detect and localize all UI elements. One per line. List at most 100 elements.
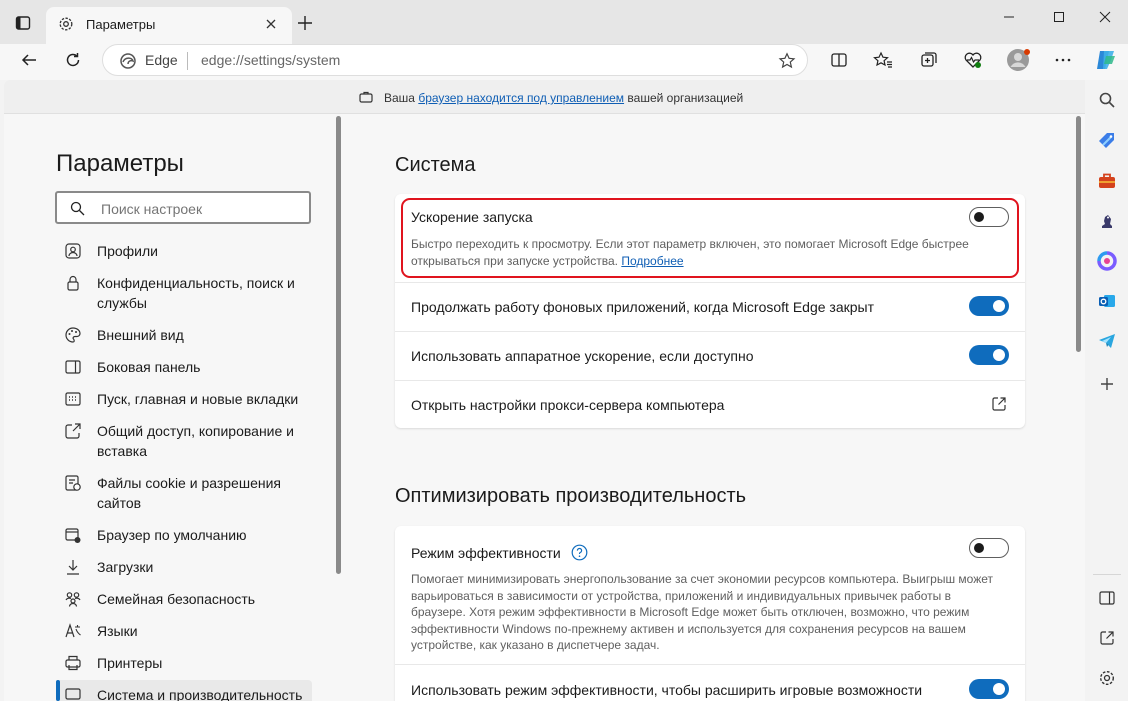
home-tabs-icon — [64, 390, 82, 408]
nav-label: Файлы cookie и разрешения сайтов — [97, 475, 281, 511]
nav-label: Внешний вид — [97, 327, 184, 343]
gaming-efficiency-toggle[interactable] — [969, 679, 1009, 699]
settings-gear-icon — [58, 16, 74, 32]
content-scrollbar-thumb[interactable] — [1076, 116, 1081, 352]
background-apps-title: Продолжать работу фоновых приложений, ко… — [411, 299, 875, 315]
nav-label: Языки — [97, 623, 138, 639]
microsoft365-icon[interactable] — [1095, 249, 1119, 273]
divider — [395, 331, 1025, 332]
nav-label: Семейная безопасность — [97, 591, 256, 607]
banner-pre: Ваша — [384, 91, 415, 105]
close-tab-icon[interactable] — [262, 15, 280, 33]
tab-title: Параметры — [86, 17, 156, 32]
nav-label: Пуск, главная и новые вкладки — [97, 391, 299, 407]
divider — [395, 664, 1025, 665]
tools-icon[interactable] — [1095, 169, 1119, 193]
collections-icon[interactable] — [918, 50, 940, 70]
maximize-icon[interactable] — [1048, 8, 1070, 26]
nav-label: Браузер по умолчанию — [97, 527, 247, 543]
open-external-icon[interactable] — [989, 394, 1009, 414]
browser-essentials-icon[interactable] — [962, 50, 984, 70]
sidebar-icon — [64, 358, 82, 376]
favorite-star-icon[interactable] — [777, 51, 797, 71]
nav-label: Загрузки — [97, 559, 154, 575]
refresh-icon[interactable] — [62, 50, 84, 70]
startup-boost-desc-text: Быстро переходить к просмотру. Если этот… — [411, 237, 969, 268]
section-heading-system: Система — [395, 154, 476, 176]
default-browser-icon — [64, 526, 82, 544]
tab-settings[interactable]: Параметры — [46, 7, 292, 44]
printer-icon — [64, 654, 82, 672]
edge-sidebar — [1085, 80, 1128, 701]
add-app-icon[interactable] — [1095, 372, 1119, 396]
startup-boost-desc: Быстро переходить к просмотру. Если этот… — [411, 236, 996, 269]
efficiency-mode-label: Режим эффективности — [411, 545, 561, 561]
lock-icon — [64, 274, 82, 292]
search-icon — [69, 200, 85, 216]
telegram-icon[interactable] — [1095, 329, 1119, 353]
minimize-icon[interactable] — [998, 8, 1020, 26]
page-title: Параметры — [56, 150, 184, 177]
sidebar-search-icon[interactable] — [1095, 88, 1119, 112]
briefcase-icon — [358, 89, 374, 105]
performance-card: Режим эффективности Помогает минимизиров… — [395, 526, 1025, 701]
nav-label: Боковая панель — [97, 359, 201, 375]
nav-label: Принтеры — [97, 655, 163, 671]
system-icon — [64, 686, 82, 701]
nav-label: Профили — [97, 243, 158, 259]
startup-boost-title: Ускорение запуска — [411, 209, 533, 225]
palette-icon — [64, 326, 82, 344]
startup-boost-toggle[interactable] — [969, 207, 1009, 227]
gaming-efficiency-title: Использовать режим эффективности, чтобы … — [411, 682, 923, 698]
close-window-icon[interactable] — [1094, 8, 1116, 26]
more-icon[interactable] — [1052, 50, 1074, 70]
background-apps-toggle[interactable] — [969, 296, 1009, 316]
favorites-icon[interactable] — [872, 50, 894, 70]
nav-label: Система и производительность — [97, 687, 303, 701]
search-box[interactable] — [55, 191, 311, 224]
settings-page: Ваша браузер находится под управлением в… — [4, 80, 1085, 701]
hide-sidebar-icon[interactable] — [1095, 586, 1119, 610]
search-input[interactable] — [99, 200, 303, 218]
split-screen-icon[interactable] — [828, 50, 850, 70]
address-separator — [187, 52, 188, 70]
managed-banner-text: Ваша браузер находится под управлением в… — [384, 91, 743, 105]
managed-banner: Ваша браузер находится под управлением в… — [4, 80, 1085, 114]
sidebar-divider — [1093, 574, 1121, 575]
learn-more-link[interactable]: Подробнее — [621, 254, 683, 268]
address-url[interactable]: edge://settings/system — [201, 52, 340, 68]
nav-scrollbar[interactable] — [334, 116, 342, 701]
new-tab-icon[interactable] — [296, 14, 314, 32]
outlook-icon[interactable] — [1095, 289, 1119, 313]
nav-scrollbar-thumb[interactable] — [336, 116, 341, 574]
nav-label: Конфиденциальность, поиск и службы — [97, 275, 295, 311]
proxy-settings-title: Открыть настройки прокси-сервера компьют… — [411, 397, 725, 413]
cookie-icon — [64, 474, 82, 492]
copilot-icon[interactable] — [1092, 46, 1120, 74]
address-bar[interactable]: Edge edge://settings/system — [102, 44, 808, 76]
games-icon[interactable] — [1095, 209, 1119, 233]
hardware-accel-toggle[interactable] — [969, 345, 1009, 365]
content-scrollbar[interactable] — [1074, 116, 1082, 701]
title-bar: Параметры — [0, 0, 1128, 44]
system-card: Ускорение запуска Быстро переходить к пр… — [395, 194, 1025, 428]
nav-selected-indicator — [56, 680, 60, 701]
address-brand: Edge — [145, 52, 178, 68]
help-icon[interactable] — [571, 544, 588, 561]
efficiency-mode-title: Режим эффективности — [411, 544, 588, 561]
efficiency-mode-toggle[interactable] — [969, 538, 1009, 558]
managed-link[interactable]: браузер находится под управлением — [418, 91, 624, 105]
tab-actions-icon[interactable] — [14, 14, 32, 32]
section-heading-performance: Оптимизировать производительность — [395, 485, 747, 507]
language-icon — [64, 622, 82, 640]
hardware-accel-title: Использовать аппаратное ускорение, если … — [411, 348, 754, 364]
banner-post: вашей организацией — [627, 91, 744, 105]
sidebar-settings-icon[interactable] — [1095, 666, 1119, 690]
open-external-icon[interactable] — [1095, 626, 1119, 650]
back-icon[interactable] — [18, 50, 40, 70]
edge-logo-icon — [119, 52, 137, 70]
efficiency-mode-desc: Помогает минимизировать энергопользовани… — [411, 572, 993, 652]
shopping-tag-icon[interactable] — [1095, 129, 1119, 153]
profile-avatar-icon[interactable] — [1004, 46, 1032, 74]
nav-label: Общий доступ, копирование и вставка — [97, 423, 294, 459]
